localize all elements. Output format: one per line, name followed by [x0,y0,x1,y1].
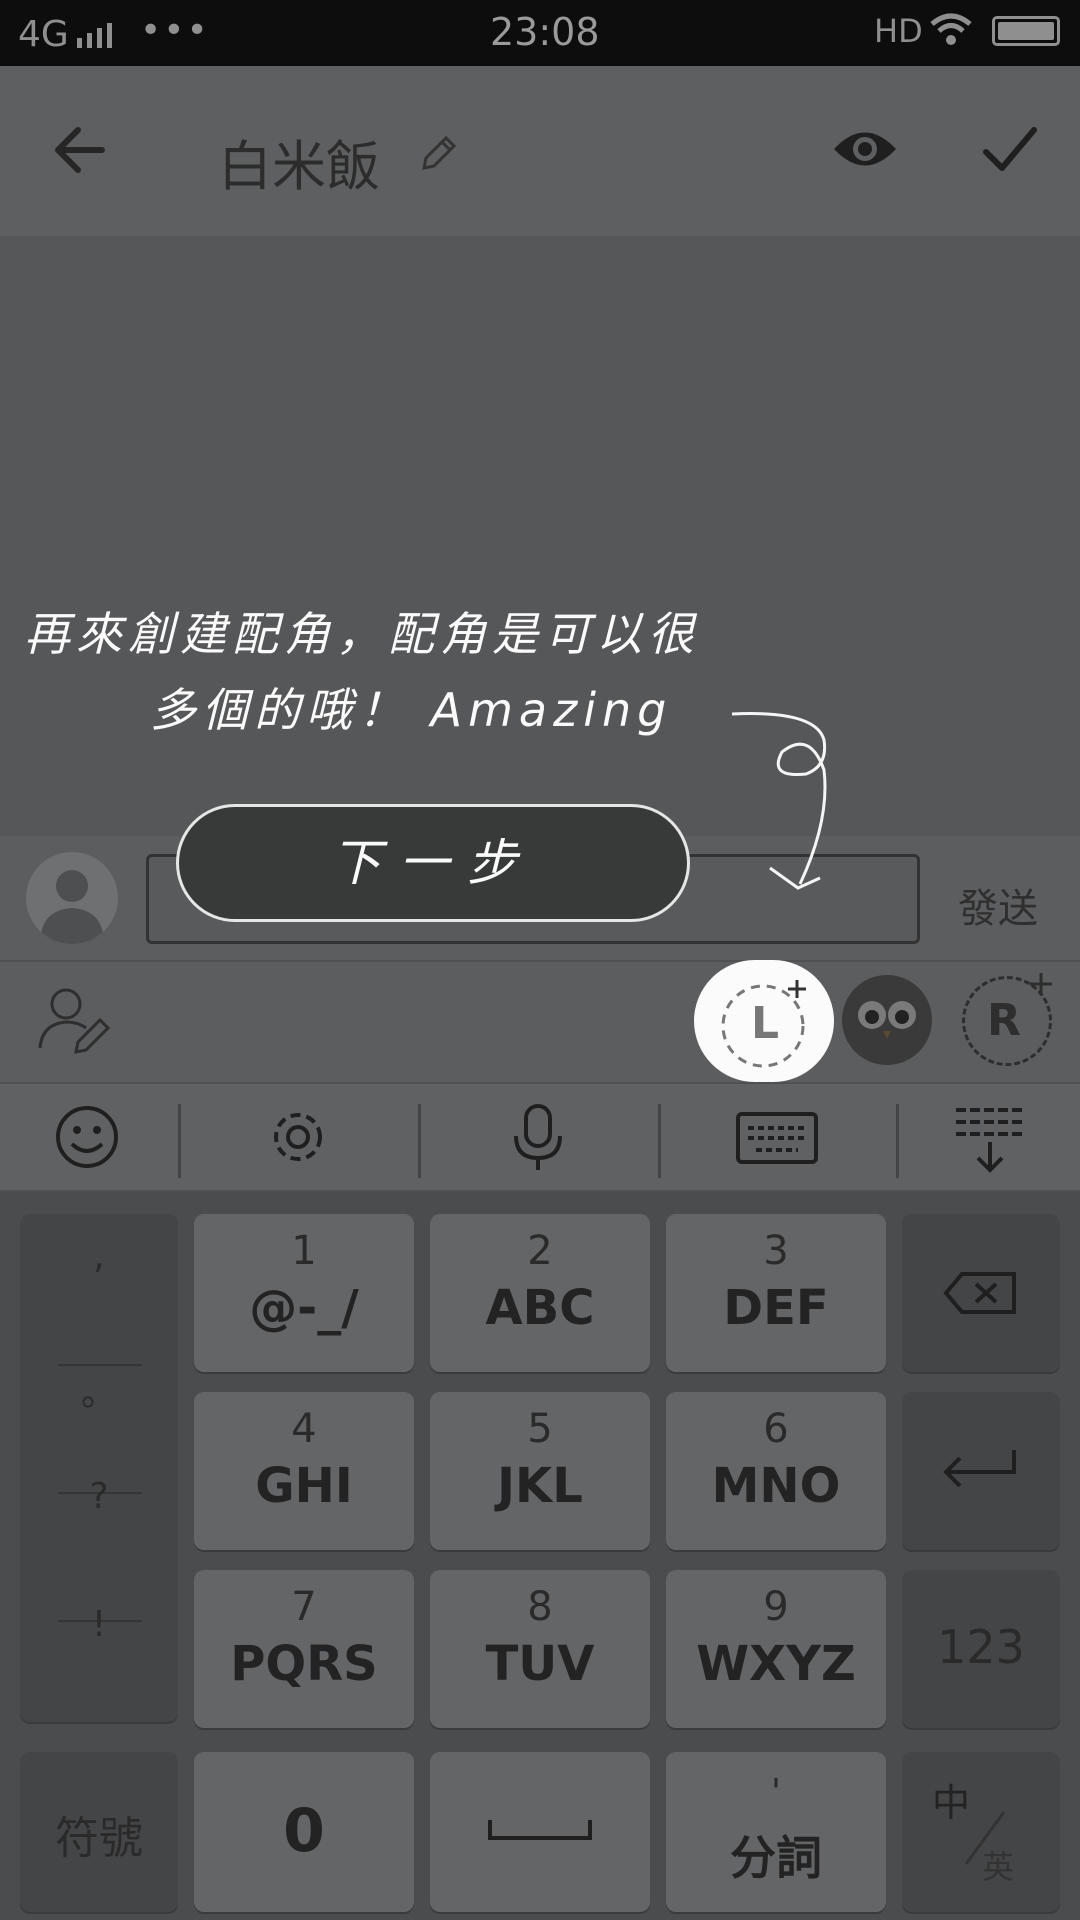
preview-eye-icon[interactable] [830,124,900,174]
key-3[interactable]: 3 DEF [666,1214,886,1372]
split-word-key[interactable]: ' 分詞 [666,1752,886,1912]
space-bar-icon [488,1820,592,1840]
punctuation-list[interactable]: , 。 ? ! [20,1214,178,1722]
key-5[interactable]: 5 JKL [430,1392,650,1550]
key-number: 7 [291,1584,317,1630]
add-left-character-button[interactable]: L [694,960,834,1082]
symbols-key[interactable]: 符號 [20,1752,178,1912]
tutorial-hint-line2: 多個的哦！ Amazing [150,683,673,737]
wifi-icon [930,13,972,45]
key-0[interactable]: 0 [194,1752,414,1912]
slash-divider-icon [964,1811,1006,1865]
clock: 23:08 [490,10,600,54]
owl-icon [858,1001,916,1039]
next-step-button[interactable]: 下一步 [176,804,690,922]
key-7[interactable]: 7 PQRS [194,1570,414,1728]
split-key-mark: ' [771,1772,781,1813]
hide-keyboard-icon[interactable] [952,1104,1028,1176]
status-bar: 4G ••• 23:08 HD [0,0,1080,66]
enter-key[interactable] [902,1392,1060,1550]
punctuation-question[interactable]: ? [20,1476,178,1517]
split-key-label: 分詞 [730,1831,822,1885]
plus-icon [1030,973,1052,995]
signal-bars-icon [76,22,112,48]
tutorial-hint-line1: 再來創建配角，配角是可以很 [24,607,700,661]
avatar[interactable] [26,852,118,944]
key-number: 3 [763,1228,789,1274]
key-2[interactable]: 2 ABC [430,1214,650,1372]
battery-icon [992,16,1060,46]
key-number: 4 [291,1406,317,1452]
edit-pencil-icon[interactable] [416,132,460,176]
send-button[interactable]: 發送 [958,876,1038,934]
story-title[interactable]: 白米飯 [218,122,380,201]
backspace-icon [943,1272,1016,1314]
key-letters: TUV [485,1636,595,1692]
editor-header: 白米飯 [0,66,1080,238]
back-arrow-icon[interactable] [50,120,110,180]
story-content-area [0,236,1080,836]
key-letters: DEF [723,1280,829,1336]
symbols-key-label: 符號 [55,1813,143,1864]
key-letters: WXYZ [696,1636,856,1692]
key-letters: @-_/ [249,1280,359,1336]
key-number: 1 [291,1228,317,1274]
key-number: 8 [527,1584,553,1630]
language-switch-key[interactable]: 中 英 [902,1752,1060,1912]
numbers-key[interactable]: 123 [902,1570,1060,1728]
default-avatar-icon [40,870,104,944]
key-letters: MNO [711,1458,841,1514]
emoji-icon[interactable] [54,1104,120,1170]
punctuation-comma[interactable]: , [20,1236,178,1277]
keyboard-icon[interactable] [736,1112,818,1164]
key-6[interactable]: 6 MNO [666,1392,886,1550]
network-type: 4G [18,14,69,55]
space-key[interactable] [430,1752,650,1912]
enter-arrow-icon [943,1450,1016,1488]
more-notifications-icon: ••• [140,10,210,51]
hd-indicator: HD [874,12,923,50]
t9-keyboard: , 。 ? ! 1 @-_/ 2 ABC 3 DEF 4 GHI 5 JKL 6… [0,1192,1080,1920]
punctuation-exclamation[interactable]: ! [20,1604,178,1645]
character-edit-icon[interactable] [36,982,112,1058]
key-8[interactable]: 8 TUV [430,1570,650,1728]
punctuation-period[interactable]: 。 [20,1364,178,1416]
key-9[interactable]: 9 WXYZ [666,1570,886,1728]
key-letters: PQRS [230,1636,378,1692]
key-1[interactable]: 1 @-_/ [194,1214,414,1372]
signal-indicator: 4G [18,14,119,55]
key-number: 2 [527,1228,553,1274]
right-slot-letter: R [987,995,1021,1046]
owl-character-avatar[interactable] [842,975,932,1065]
add-right-character-button[interactable]: R [962,973,1052,1066]
numbers-key-label: 123 [937,1620,1025,1674]
key-zero-label: 0 [283,1796,325,1866]
key-letters: JKL [497,1458,583,1514]
backspace-key[interactable] [902,1214,1060,1372]
key-letters: ABC [485,1280,595,1336]
left-slot-letter: L [751,998,780,1049]
key-number: 9 [763,1584,789,1630]
key-number: 6 [763,1406,789,1452]
settings-gear-icon[interactable] [265,1104,331,1170]
keyboard-toolbar [0,1084,1080,1192]
curved-pointer-arrow-icon [731,712,827,890]
microphone-icon[interactable] [510,1102,566,1174]
key-4[interactable]: 4 GHI [194,1392,414,1550]
key-number: 5 [527,1406,553,1452]
key-letters: GHI [255,1458,353,1514]
confirm-check-icon[interactable] [980,122,1040,178]
